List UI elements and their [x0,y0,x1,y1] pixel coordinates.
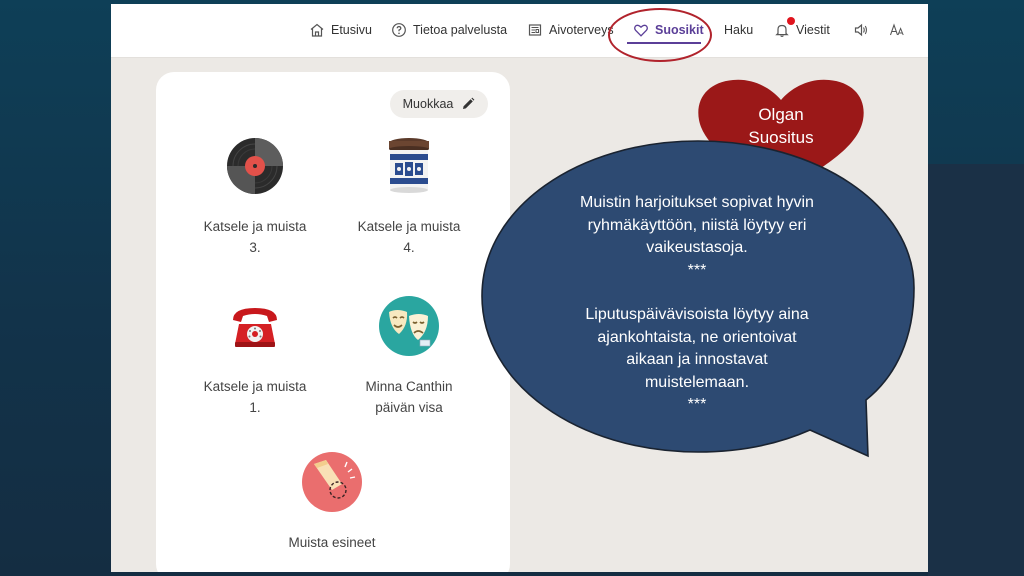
tile-label-line2: 1. [249,400,261,415]
nav-messages[interactable]: Viestit [774,18,830,42]
speech-bubble-text: Muistin harjoitukset sopivat hyvin ryhmä… [537,192,857,417]
theater-masks-icon [379,296,439,356]
bubble-p2-line5: *** [687,396,707,413]
top-navigation: Etusivu Tietoa palvelusta Aivoterveys Su… [111,4,928,58]
bubble-p2-line4: muistelemaan. [644,373,750,391]
speaker-button[interactable] [853,18,869,42]
bubble-p2-line3: aikaan ja innostavat [626,351,768,368]
speaker-icon [854,23,867,37]
tile-label-line1: Katsele ja muista [357,219,461,234]
flashlight-icon [302,452,362,512]
nav-about-label: Tietoa palvelusta [413,23,508,37]
tile-label-line1: Muista esineet [288,535,376,550]
tile-label-line2: 4. [403,240,415,255]
home-icon [310,23,324,37]
nav-search-label: Haku [724,23,754,37]
tile-label-line1: Minna Canthin [365,379,453,394]
jar-icon [389,138,429,193]
edit-button-label: Muokkaa [402,97,454,111]
tile-minna-canth-quiz[interactable]: Minna Canthin päivän visa [334,294,484,418]
nav-about[interactable]: Tietoa palvelusta [391,18,507,42]
vinyl-record-icon [227,138,283,194]
notification-badge [787,17,795,25]
bubble-p1-line1: Muistin harjoitukset sopivat hyvin [580,194,814,211]
nav-home-label: Etusivu [331,23,372,37]
favorites-highlight-ellipse [608,8,712,62]
tile-watch-remember-3[interactable]: Katsele ja muista 3. [180,134,330,258]
tile-label-line1: Katsele ja muista [203,379,307,394]
nav-home[interactable]: Etusivu [309,18,372,42]
tile-watch-remember-4[interactable]: Katsele ja muista 4. [334,134,484,258]
bubble-p2-line1: Liputuspäivävisoista löytyy aina [585,306,809,323]
bubble-p2-line2: ajankohtaista, ne orientoivat [597,328,797,346]
pencil-icon [463,97,475,109]
question-circle-icon [392,23,406,37]
nav-search[interactable]: Haku [724,18,753,42]
font-size-button[interactable] [889,18,905,42]
tile-label-line2: päivän visa [375,400,443,415]
telephone-icon [233,308,277,347]
nav-brain-health[interactable]: Aivoterveys [527,18,614,42]
favorites-card: Muokkaa Katsele ja muista 3. Katsele ja … [156,72,510,572]
newspaper-icon [528,24,542,36]
background-panel [928,164,1024,576]
tile-label-line1: Katsele ja muista [203,219,307,234]
tile-watch-remember-1[interactable]: Katsele ja muista 1. [180,294,330,418]
tile-remember-objects[interactable]: Muista esineet [257,450,407,553]
nav-brain-health-label: Aivoterveys [549,23,614,37]
tile-label-line2: 3. [249,240,261,255]
bell-icon [775,24,789,37]
font-size-icon [889,23,904,36]
bubble-p1-line4: *** [687,261,707,279]
bubble-p1-line2: ryhmäkäyttöön, niistä löytyy eri [587,216,807,234]
heart-line1: Olgan [758,105,804,124]
edit-button[interactable]: Muokkaa [390,90,488,118]
bubble-p1-line3: vaikeustasoja. [646,239,748,256]
nav-messages-label: Viestit [796,23,830,37]
